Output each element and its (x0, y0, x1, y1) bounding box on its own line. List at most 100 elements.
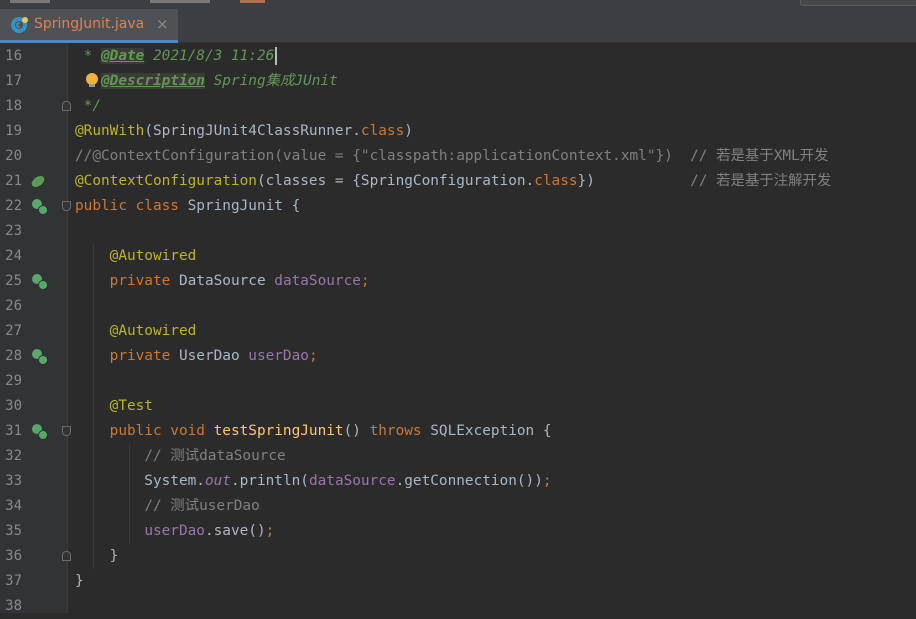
code-line[interactable]: 38 (0, 594, 916, 619)
title-fragment (10, 0, 50, 3)
fold-collapse-icon[interactable] (62, 551, 71, 561)
code-text[interactable]: */ (75, 94, 101, 119)
code-line[interactable]: 23 (0, 219, 916, 244)
line-number[interactable]: 34 (0, 494, 22, 519)
code-token: .save() (204, 523, 266, 539)
tab-label: SpringJunit.java (34, 16, 145, 32)
code-text[interactable]: @Description Spring集成JUnit (75, 69, 338, 94)
code-text[interactable]: //@ContextConfiguration(value = {"classp… (75, 144, 828, 169)
code-line[interactable]: 31 public void testSpringJunit() throws … (0, 419, 916, 444)
line-number[interactable]: 32 (0, 444, 22, 469)
line-number[interactable]: 27 (0, 319, 22, 344)
code-line[interactable]: 22 public class SpringJunit { (0, 194, 916, 219)
code-token: testSpringJunit (213, 423, 344, 439)
indent-guide (129, 444, 130, 544)
line-number[interactable]: 23 (0, 219, 22, 244)
code-token: userDao (248, 348, 309, 364)
code-token: // 若是基于注解开发 (690, 173, 832, 189)
code-line[interactable]: 18 */ (0, 94, 916, 119)
code-token: throws (369, 423, 431, 439)
code-text[interactable]: public class SpringJunit { (75, 194, 300, 219)
code-text[interactable]: // 测试dataSource (75, 444, 285, 469)
line-number[interactable]: 21 (0, 169, 22, 194)
autowired-navigate-icon[interactable] (32, 349, 48, 365)
line-number[interactable]: 28 (0, 344, 22, 369)
code-line[interactable]: 35 userDao.save(); (0, 519, 916, 544)
code-line[interactable]: 24 @Autowired (0, 244, 916, 269)
code-line[interactable]: 34 // 测试userDao (0, 494, 916, 519)
search-box-edge[interactable] (800, 0, 916, 6)
title-fragment (240, 0, 265, 3)
code-line[interactable]: 19 @RunWith(SpringJUnit4ClassRunner.class… (0, 119, 916, 144)
autowired-navigate-icon[interactable] (32, 274, 48, 290)
code-text[interactable]: @ContextConfiguration(classes = {SpringC… (75, 169, 831, 194)
line-number[interactable]: 19 (0, 119, 22, 144)
lightbulb-icon[interactable] (86, 73, 98, 87)
code-token: @Test (109, 398, 153, 414)
line-number[interactable]: 16 (0, 44, 22, 69)
code-token: Spring集成JUnit (204, 73, 338, 89)
fold-collapse-icon[interactable] (62, 101, 71, 111)
spring-navigate-icon[interactable] (32, 199, 48, 215)
code-line[interactable]: 27 @Autowired (0, 319, 916, 344)
code-token: .getConnection()) (395, 473, 543, 489)
code-text[interactable]: public void testSpringJunit() throws SQL… (75, 419, 552, 444)
code-text[interactable]: } (75, 569, 84, 594)
code-line[interactable]: 33 System.out.println(dataSource.getConn… (0, 469, 916, 494)
line-number[interactable]: 30 (0, 394, 22, 419)
code-token: @Autowired (109, 248, 197, 264)
line-number[interactable]: 26 (0, 294, 22, 319)
code-text[interactable]: // 测试userDao (75, 494, 260, 519)
run-test-icon[interactable] (32, 424, 48, 440)
code-text[interactable]: @Test (75, 394, 153, 419)
line-number[interactable]: 29 (0, 369, 22, 394)
line-number[interactable]: 24 (0, 244, 22, 269)
code-line[interactable]: 20 //@ContextConfiguration(value = {"clas… (0, 144, 916, 169)
code-line[interactable]: 17 @Description Spring集成JUnit (0, 69, 916, 94)
title-fragment (150, 0, 210, 3)
code-token: class (534, 173, 578, 189)
code-text[interactable]: @RunWith(SpringJUnit4ClassRunner.class) (75, 119, 413, 144)
line-number[interactable]: 33 (0, 469, 22, 494)
code-line[interactable]: 29 (0, 369, 916, 394)
code-token: // 测试userDao (144, 498, 260, 514)
code-text[interactable]: * @Date 2021/8/3 11:26 (75, 44, 278, 69)
line-number[interactable]: 22 (0, 194, 22, 219)
fold-expand-icon[interactable] (62, 426, 71, 436)
code-text[interactable]: } (75, 544, 119, 569)
editor-tab-bar: SpringJunit.java × (0, 9, 916, 43)
code-token: } (75, 573, 84, 589)
tab-springjunit-java[interactable]: SpringJunit.java × (0, 9, 178, 43)
line-number[interactable]: 35 (0, 519, 22, 544)
line-number[interactable]: 18 (0, 94, 22, 119)
code-line[interactable]: 16 * @Date 2021/8/3 11:26 (0, 44, 916, 69)
indent-guide (93, 244, 94, 569)
code-token: () (343, 423, 370, 439)
code-line[interactable]: 26 (0, 294, 916, 319)
code-text[interactable]: System.out.println(dataSource.getConnect… (75, 469, 551, 494)
code-token: class (360, 123, 405, 139)
code-line[interactable]: 28 private UserDao userDao; (0, 344, 916, 369)
line-number[interactable]: 17 (0, 69, 22, 94)
line-number[interactable]: 31 (0, 419, 22, 444)
code-line[interactable]: 36 } (0, 544, 916, 569)
code-line[interactable]: 21 @ContextConfiguration(classes = {Sprin… (0, 169, 916, 194)
line-number[interactable]: 20 (0, 144, 22, 169)
close-icon[interactable]: × (156, 15, 169, 33)
fold-expand-icon[interactable] (62, 201, 71, 211)
code-line[interactable]: 30 @Test (0, 394, 916, 419)
line-number[interactable]: 36 (0, 544, 22, 569)
code-text[interactable]: private UserDao userDao; (75, 344, 318, 369)
code-line[interactable]: 37} (0, 569, 916, 594)
line-number[interactable]: 37 (0, 569, 22, 594)
code-text[interactable]: userDao.save(); (75, 519, 274, 544)
code-token: @Autowired (109, 323, 197, 339)
code-line[interactable]: 25 private DataSource dataSource; (0, 269, 916, 294)
line-number[interactable]: 38 (0, 594, 22, 619)
code-line[interactable]: 32 // 测试dataSource (0, 444, 916, 469)
code-text[interactable]: private DataSource dataSource; (75, 269, 370, 294)
code-token: ; (360, 273, 370, 289)
line-number[interactable]: 25 (0, 269, 22, 294)
